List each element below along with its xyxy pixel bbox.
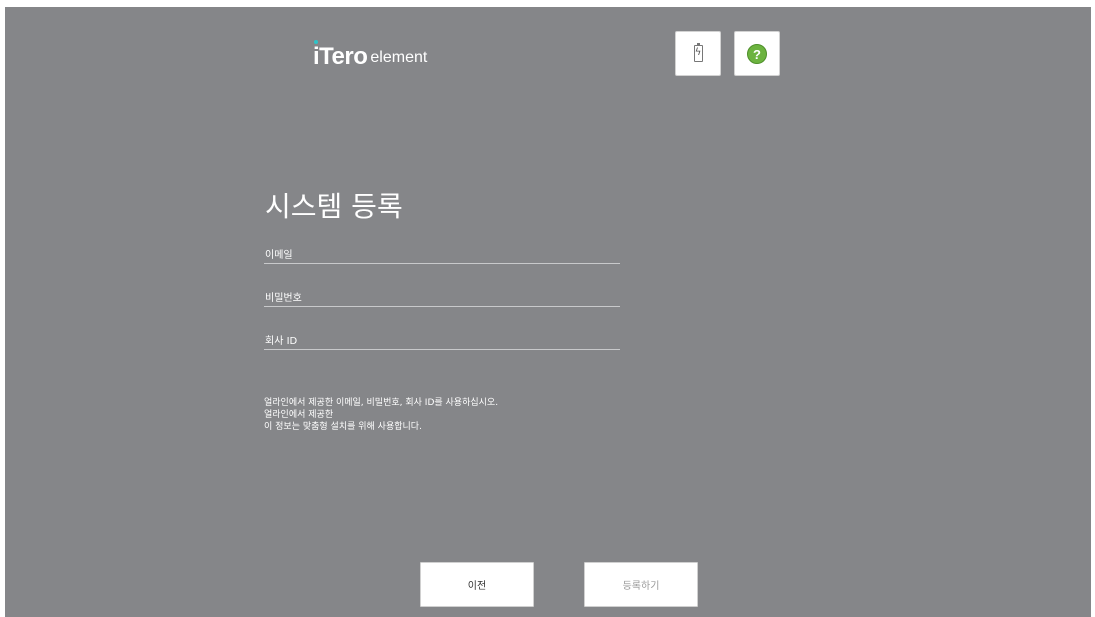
- back-button[interactable]: 이전: [420, 562, 534, 607]
- app-screen: iTeroelement ϟ ? 시스템 등록 얼라인에서 제공한 이메일, 비…: [5, 7, 1091, 617]
- logo-dot: [314, 40, 318, 44]
- register-button[interactable]: 등록하기: [584, 562, 698, 607]
- logo-brand: iTero: [313, 40, 368, 70]
- info-line-1: 얼라인에서 제공한 이메일, 비밀번호, 회사 ID를 사용하십시오.: [264, 398, 499, 408]
- password-input[interactable]: [264, 288, 621, 309]
- itero-logo: iTero element: [313, 40, 428, 70]
- password-field: [264, 286, 621, 309]
- info-text: 얼라인에서 제공한 이메일, 비밀번호, 회사 ID를 사용하십시오. 얼라인에…: [264, 397, 664, 433]
- company-id-input[interactable]: [264, 331, 621, 352]
- info-line-2: 얼라인에서 제공한: [264, 410, 334, 420]
- page-title: 시스템 등록: [265, 190, 403, 223]
- help-button[interactable]: ?: [734, 31, 780, 76]
- help-icon: ?: [747, 43, 767, 64]
- battery-icon: ϟ: [693, 43, 703, 62]
- info-line-3: 이 정보는 맞춤형 설치를 위해 사용합니다.: [264, 422, 422, 432]
- battery-button[interactable]: ϟ: [675, 31, 721, 76]
- logo-brand-text: iTero: [313, 43, 368, 70]
- company-id-field: [264, 329, 621, 352]
- email-input[interactable]: [264, 245, 621, 266]
- logo-product: element: [370, 49, 428, 66]
- email-field: [264, 243, 621, 266]
